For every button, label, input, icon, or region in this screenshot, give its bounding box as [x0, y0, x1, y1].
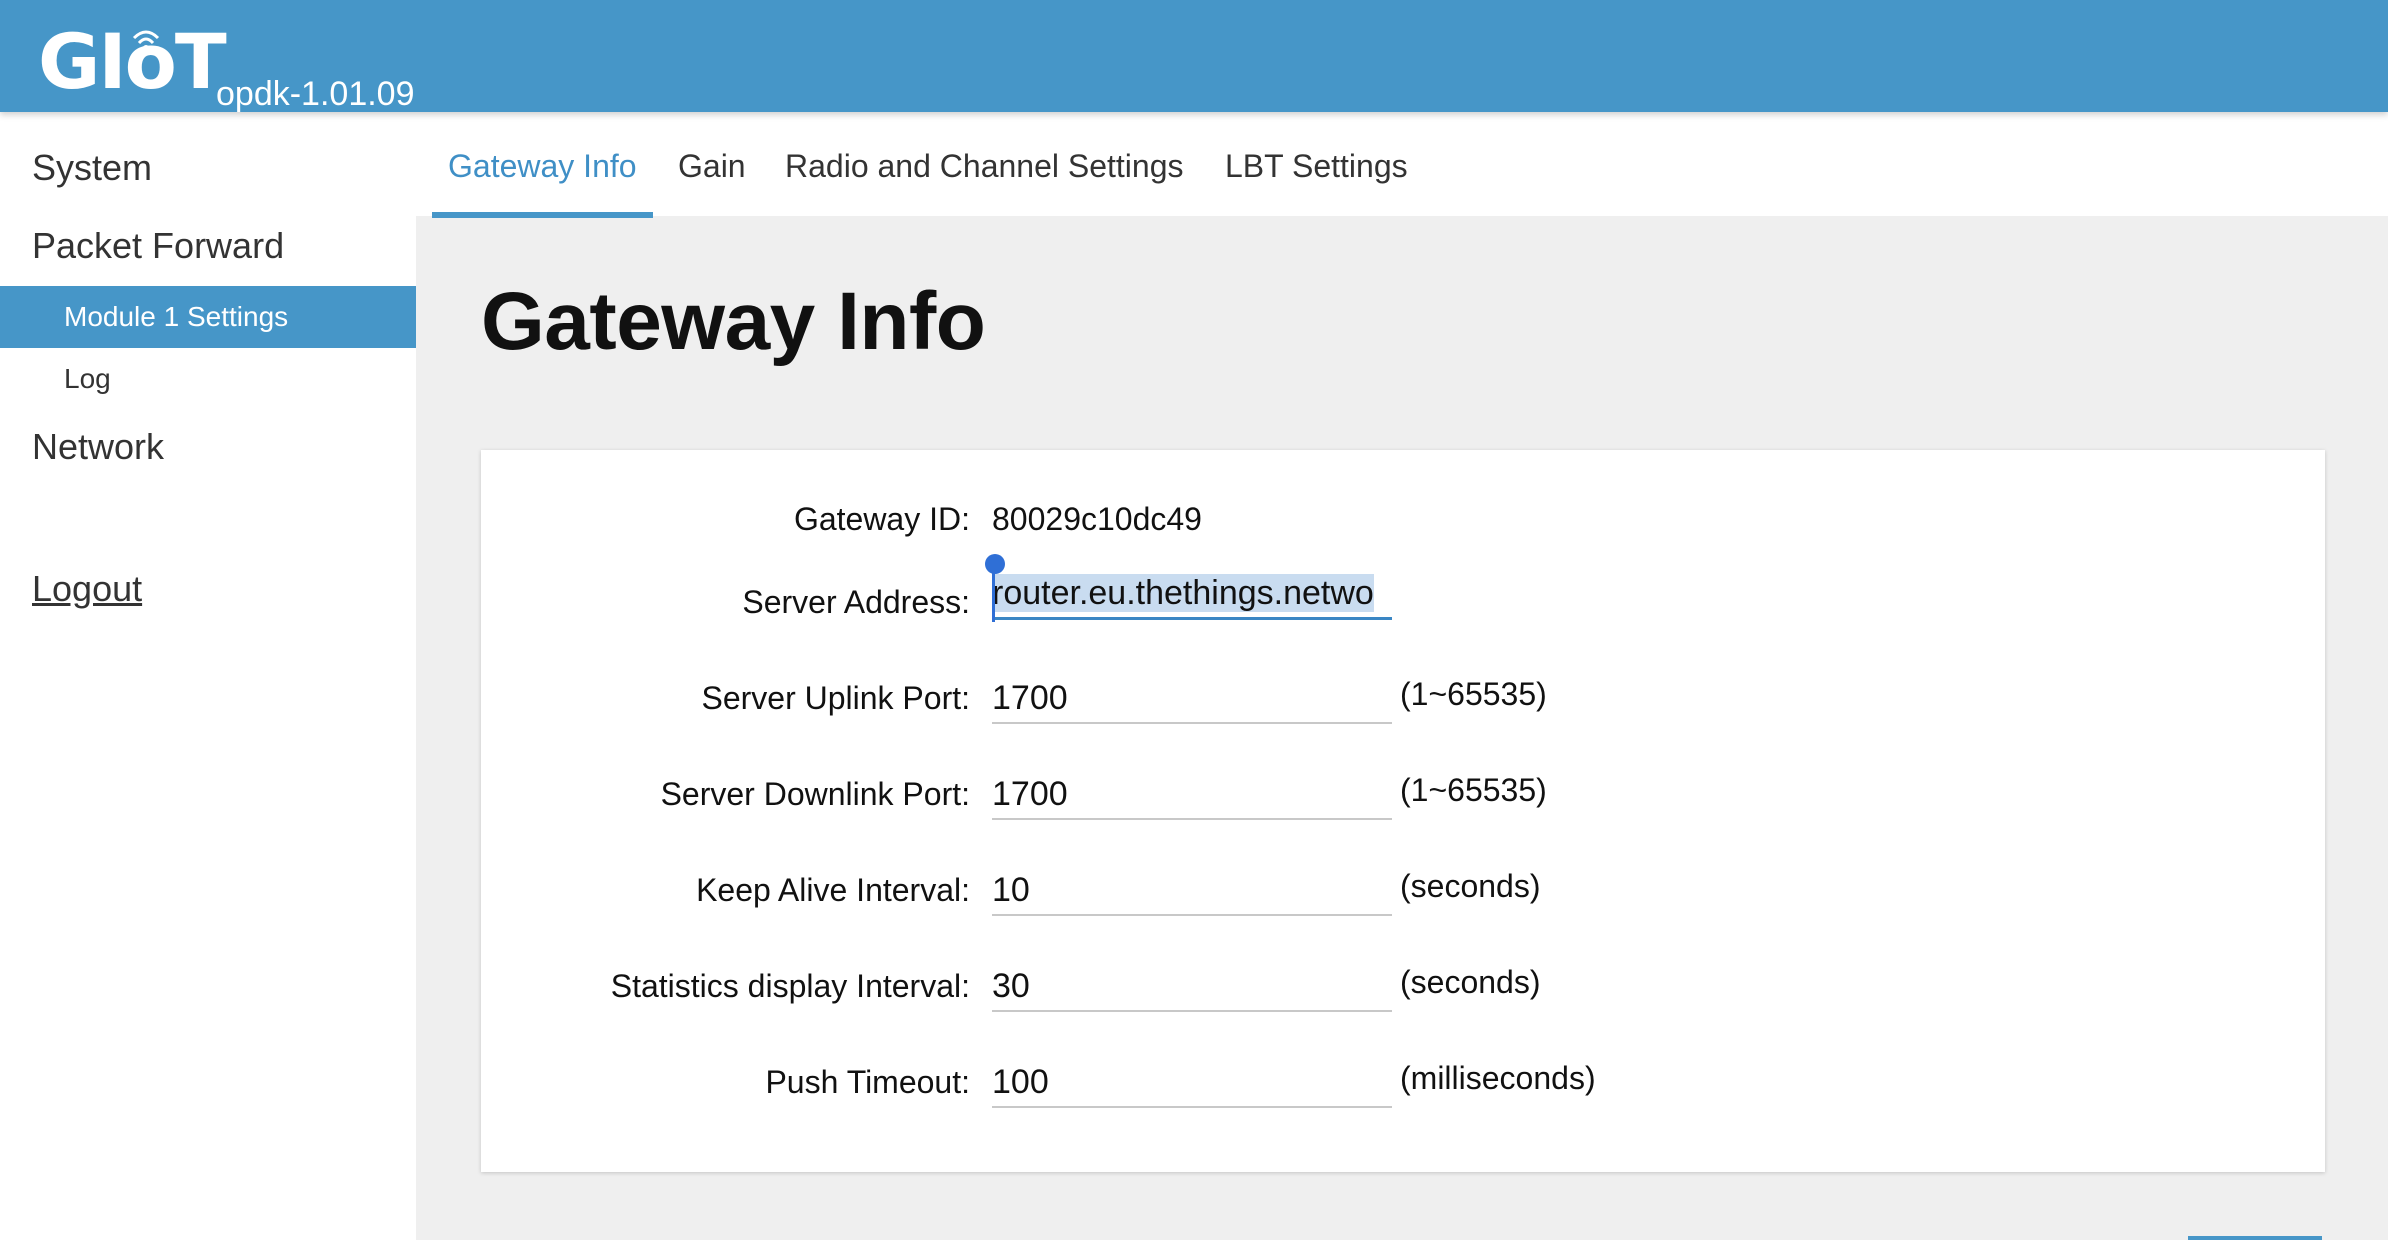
selection-handle[interactable]	[985, 554, 1005, 574]
downlink-port-hint: (1~65535)	[1400, 772, 1547, 808]
firmware-version: opdk-1.01.09	[216, 75, 415, 113]
save-button[interactable]	[2188, 1236, 2322, 1240]
downlink-port-label: Server Downlink Port:	[660, 776, 970, 812]
keep-alive-hint: (seconds)	[1400, 868, 1541, 904]
logout-link[interactable]: Logout	[32, 567, 142, 611]
active-tab-indicator	[432, 212, 653, 218]
text-caret	[992, 570, 995, 622]
sidebar-item-network[interactable]: Network	[32, 425, 164, 469]
push-timeout-input[interactable]	[992, 1058, 1392, 1108]
stats-interval-label: Statistics display Interval:	[610, 968, 970, 1004]
keep-alive-label: Keep Alive Interval:	[696, 872, 970, 908]
tab-bar: Gateway Info Gain Radio and Channel Sett…	[416, 112, 2388, 216]
server-address-label: Server Address:	[742, 584, 970, 620]
push-timeout-hint: (milliseconds)	[1400, 1060, 1596, 1096]
gateway-id-label: Gateway ID:	[793, 501, 970, 537]
tab-lbt-settings[interactable]: LBT Settings	[1225, 146, 1408, 186]
server-address-input[interactable]: router.eu.thethings.netwo	[992, 570, 1392, 620]
sidebar-item-log[interactable]: Log	[0, 348, 416, 410]
uplink-port-input[interactable]	[992, 674, 1392, 724]
downlink-port-input[interactable]	[992, 770, 1392, 820]
uplink-port-label: Server Uplink Port:	[701, 680, 970, 716]
stats-interval-hint: (seconds)	[1400, 964, 1541, 1000]
stats-interval-input[interactable]	[992, 962, 1392, 1012]
sidebar-item-packet-forward[interactable]: Packet Forward	[32, 224, 284, 268]
sidebar-item-system[interactable]: System	[32, 146, 152, 190]
tab-gateway-info[interactable]: Gateway Info	[448, 146, 637, 186]
page-title: Gateway Info	[481, 276, 986, 367]
uplink-port-hint: (1~65535)	[1400, 676, 1547, 712]
tab-radio-channel-settings[interactable]: Radio and Channel Settings	[785, 146, 1184, 186]
sidebar-item-module-1-settings[interactable]: Module 1 Settings	[0, 286, 416, 348]
giot-logo: GIoT	[38, 22, 227, 102]
gateway-id-value: 80029c10dc49	[992, 501, 1202, 537]
server-address-text: router.eu.thethings.netwo	[992, 574, 1374, 612]
tab-gain[interactable]: Gain	[678, 146, 746, 186]
wifi-icon	[132, 30, 160, 51]
push-timeout-label: Push Timeout:	[765, 1064, 970, 1100]
app-header: GIoT opdk-1.01.09	[0, 0, 2388, 113]
keep-alive-input[interactable]	[992, 866, 1392, 916]
